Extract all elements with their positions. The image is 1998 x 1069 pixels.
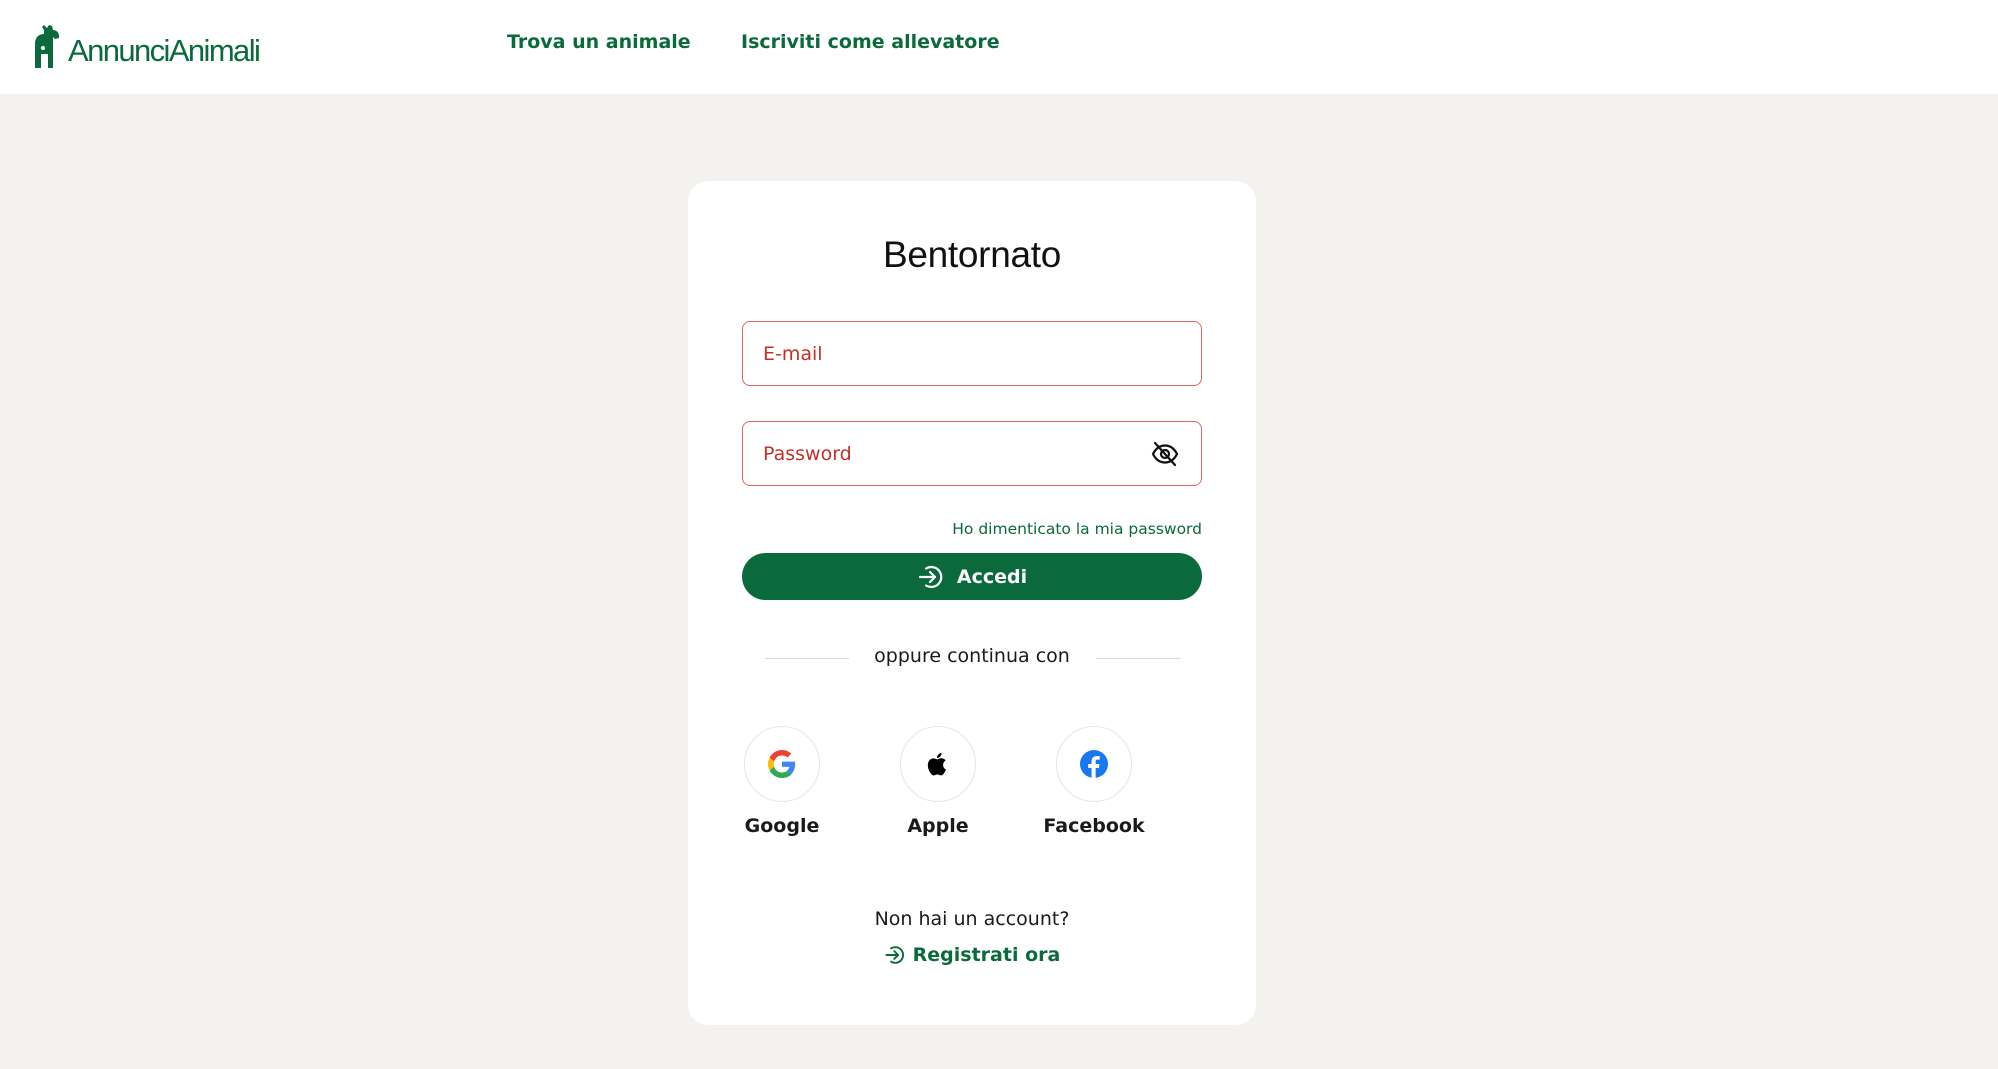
eye-off-icon[interactable] <box>1151 441 1179 467</box>
nav-find-animal[interactable]: Trova un animale <box>507 31 691 53</box>
no-account-text: Non hai un account? <box>874 908 1070 930</box>
site-logo[interactable]: AnnunciAnimali <box>31 24 261 68</box>
register-link[interactable]: Registrati ora <box>688 944 1256 966</box>
google-icon <box>768 750 796 778</box>
apple-login-option: Apple <box>863 726 1013 837</box>
login-button-label: Accedi <box>956 565 1028 588</box>
divider-text: oppure continua con <box>874 645 1070 667</box>
facebook-icon <box>1080 750 1108 778</box>
login-button[interactable]: Accedi <box>742 553 1202 600</box>
password-field-wrapper <box>742 421 1202 486</box>
nav-register-breeder[interactable]: Iscriviti come allevatore <box>741 31 1000 53</box>
register-label: Registrati ora <box>912 944 1061 966</box>
google-label: Google <box>744 815 820 837</box>
arrow-right-circle-icon <box>885 946 904 964</box>
facebook-login-button[interactable] <box>1056 726 1132 802</box>
email-field[interactable] <box>763 322 1163 385</box>
forgot-password-link[interactable]: Ho dimenticato la mia password <box>952 520 1202 538</box>
facebook-login-option: Facebook <box>1019 726 1169 837</box>
facebook-label: Facebook <box>1043 815 1145 837</box>
social-divider: oppure continua con <box>688 645 1256 671</box>
page-title: Bentornato <box>882 234 1062 275</box>
apple-login-button[interactable] <box>900 726 976 802</box>
apple-icon <box>927 752 946 776</box>
site-header: AnnunciAnimali Trova un animale Iscrivit… <box>0 0 1998 94</box>
giraffe-logo-icon <box>35 25 59 68</box>
google-login-button[interactable] <box>744 726 820 802</box>
logo-wordmark: AnnunciAnimali <box>68 33 261 68</box>
login-card: Bentornato Ho dimenticato la mia passwor… <box>688 181 1256 1025</box>
email-field-wrapper <box>742 321 1202 386</box>
google-login-option: Google <box>707 726 857 837</box>
password-field[interactable] <box>763 422 1163 485</box>
divider-line-right <box>1096 658 1180 659</box>
arrow-right-circle-icon <box>918 565 943 588</box>
apple-label: Apple <box>907 815 969 837</box>
